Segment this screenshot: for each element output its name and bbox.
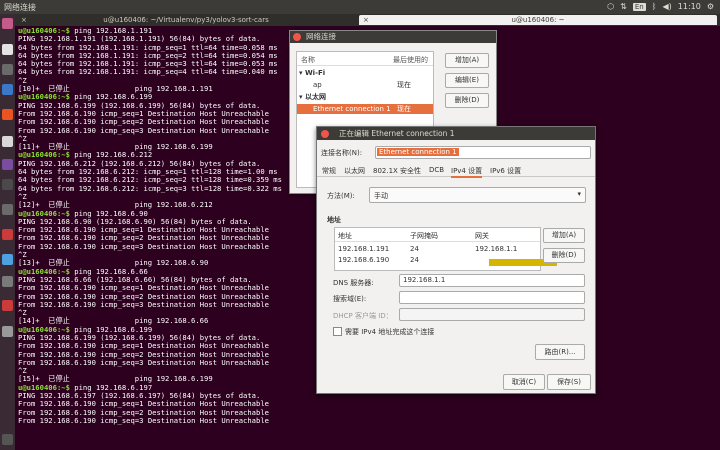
text-editor-icon[interactable] (2, 136, 13, 147)
unity-launcher (0, 14, 15, 450)
address-section-title: 地址 (327, 216, 341, 224)
tab-close-icon[interactable]: × (21, 15, 27, 25)
close-window-icon[interactable] (293, 33, 301, 41)
clock[interactable]: 11:10 (678, 2, 701, 11)
trash-icon[interactable] (2, 434, 13, 445)
app-icon[interactable] (2, 229, 13, 240)
column-header-gateway[interactable]: 网关 (475, 231, 489, 241)
edit-connection-button[interactable]: 编辑(E) (445, 73, 489, 88)
dialog-titlebar: 正在编辑 Ethernet connection 1 (317, 127, 595, 140)
connection-name-field[interactable]: Ethernet connection 1 (375, 146, 591, 159)
tab-close-icon[interactable]: × (363, 15, 369, 25)
require-ipv4-checkbox[interactable] (333, 327, 342, 336)
app-icon[interactable] (2, 326, 13, 337)
files-icon[interactable] (2, 44, 13, 55)
search-domains-field[interactable] (399, 291, 585, 304)
input-method-indicator[interactable]: En (632, 2, 646, 11)
connection-row-ethernet-1[interactable]: Ethernet connection 1 现在 (297, 104, 433, 114)
table-cell-gateway[interactable]: 192.168.1.1 (475, 245, 517, 253)
active-window-title: 网络连接 (4, 3, 36, 12)
volume-icon[interactable]: ◀) (662, 2, 671, 11)
column-header-name[interactable]: 名称 (301, 55, 315, 65)
edit-connection-dialog: 正在编辑 Ethernet connection 1 连接名称(N): Ethe… (316, 126, 596, 394)
app-icon[interactable] (2, 254, 13, 265)
table-cell-netmask[interactable]: 24 (410, 256, 419, 264)
save-button[interactable]: 保存(S) (547, 374, 591, 390)
dhcp-client-id-field[interactable] (399, 308, 585, 321)
network-icon[interactable]: ⇅ (620, 2, 627, 11)
tab-label: u@u160406: ~ (511, 16, 565, 24)
table-cell-address[interactable]: 192.168.6.190 (338, 256, 389, 264)
terminal-tab-bar: × u@u160406: ~/Virtualenv/py3/yolov3-sor… (15, 14, 720, 26)
software-center-icon[interactable] (2, 109, 13, 120)
delete-address-button[interactable]: 删除(D) (543, 248, 585, 263)
dns-servers-label: DNS 服务器: (333, 279, 374, 287)
app-icon[interactable] (2, 204, 13, 215)
tab-8021x-security[interactable]: 802.1X 安全性 (373, 166, 421, 176)
routes-button[interactable]: 路由(R)... (535, 344, 585, 360)
dns-servers-value: 192.168.1.1 (403, 276, 446, 284)
window-titlebar: 网络连接 (290, 31, 496, 43)
add-connection-button[interactable]: 增加(A) (445, 53, 489, 68)
cancel-button[interactable]: 取消(C) (503, 374, 545, 390)
bluetooth-icon[interactable]: ᛒ (652, 2, 657, 11)
connection-row-ap[interactable]: ap 现在 (297, 80, 433, 90)
dropdown-arrow-icon: ▾ (577, 190, 581, 198)
ubuntu-dash-icon[interactable] (2, 18, 13, 29)
window-title: 网络连接 (306, 32, 336, 41)
tab-home-terminal[interactable]: × u@u160406: ~ (359, 15, 717, 25)
method-label: 方法(M): (327, 192, 355, 200)
tab-ipv6-settings[interactable]: IPv6 设置 (490, 166, 521, 176)
dropbox-icon[interactable]: ⬡ (607, 2, 614, 11)
app-icon[interactable] (2, 159, 13, 170)
add-address-button[interactable]: 增加(A) (543, 228, 585, 243)
column-header-address[interactable]: 地址 (338, 231, 352, 241)
settings-icon[interactable] (2, 179, 13, 190)
group-wifi[interactable]: ▾ Wi-Fi (297, 68, 433, 78)
terminal-icon[interactable] (2, 64, 13, 75)
settings-tab-bar: 常规 以太网 802.1X 安全性 DCB IPv4 设置 IPv6 设置 (317, 165, 595, 178)
system-top-bar: 网络连接 ⬡ ⇅ En ᛒ ◀) 11:10 ⚙ (0, 0, 720, 14)
method-value: 手动 (374, 192, 388, 200)
column-header-last-used[interactable]: 最后使用的 (393, 55, 428, 65)
connection-name-value: Ethernet connection 1 (377, 148, 459, 156)
tab-label: u@u160406: ~/Virtualenv/py3/yolov3-sort-… (103, 16, 269, 24)
app-icon[interactable] (2, 300, 13, 311)
dialog-title: 正在编辑 Ethernet connection 1 (339, 129, 455, 138)
require-ipv4-label: 需要 IPv4 地址完成这个连接 (345, 328, 435, 336)
tab-ethernet[interactable]: 以太网 (344, 166, 365, 176)
table-cell-address[interactable]: 192.168.1.191 (338, 245, 389, 253)
tab-general[interactable]: 常规 (322, 166, 336, 176)
app-icon[interactable] (2, 276, 13, 287)
dhcp-client-id-label: DHCP 客户端 ID： (333, 312, 393, 320)
dns-servers-field[interactable]: 192.168.1.1 (399, 274, 585, 287)
search-domains-label: 搜索域(E): (333, 295, 367, 303)
table-cell-netmask[interactable]: 24 (410, 245, 419, 253)
method-select[interactable]: 手动 ▾ (369, 187, 586, 203)
tab-dcb[interactable]: DCB (429, 166, 444, 174)
settings-gear-icon[interactable]: ⚙ (707, 2, 714, 11)
group-ethernet[interactable]: ▾ 以太网 (297, 92, 433, 102)
system-tray: ⬡ ⇅ En ᛒ ◀) 11:10 ⚙ (607, 2, 714, 11)
delete-connection-button[interactable]: 删除(D) (445, 93, 489, 108)
close-dialog-icon[interactable] (321, 130, 329, 138)
column-header-netmask[interactable]: 子网掩码 (410, 231, 438, 241)
tab-yolov3-terminal[interactable]: × u@u160406: ~/Virtualenv/py3/yolov3-sor… (17, 15, 355, 25)
address-table[interactable]: 地址 子网掩码 网关 192.168.1.191 24 192.168.1.1 … (334, 227, 557, 271)
firefox-icon[interactable] (2, 84, 13, 95)
tab-ipv4-settings[interactable]: IPv4 设置 (451, 166, 483, 178)
terminal-line: From 192.168.6.190 icmp_seq=3 Destinatio… (18, 415, 269, 425)
connection-name-label: 连接名称(N): (321, 149, 363, 157)
